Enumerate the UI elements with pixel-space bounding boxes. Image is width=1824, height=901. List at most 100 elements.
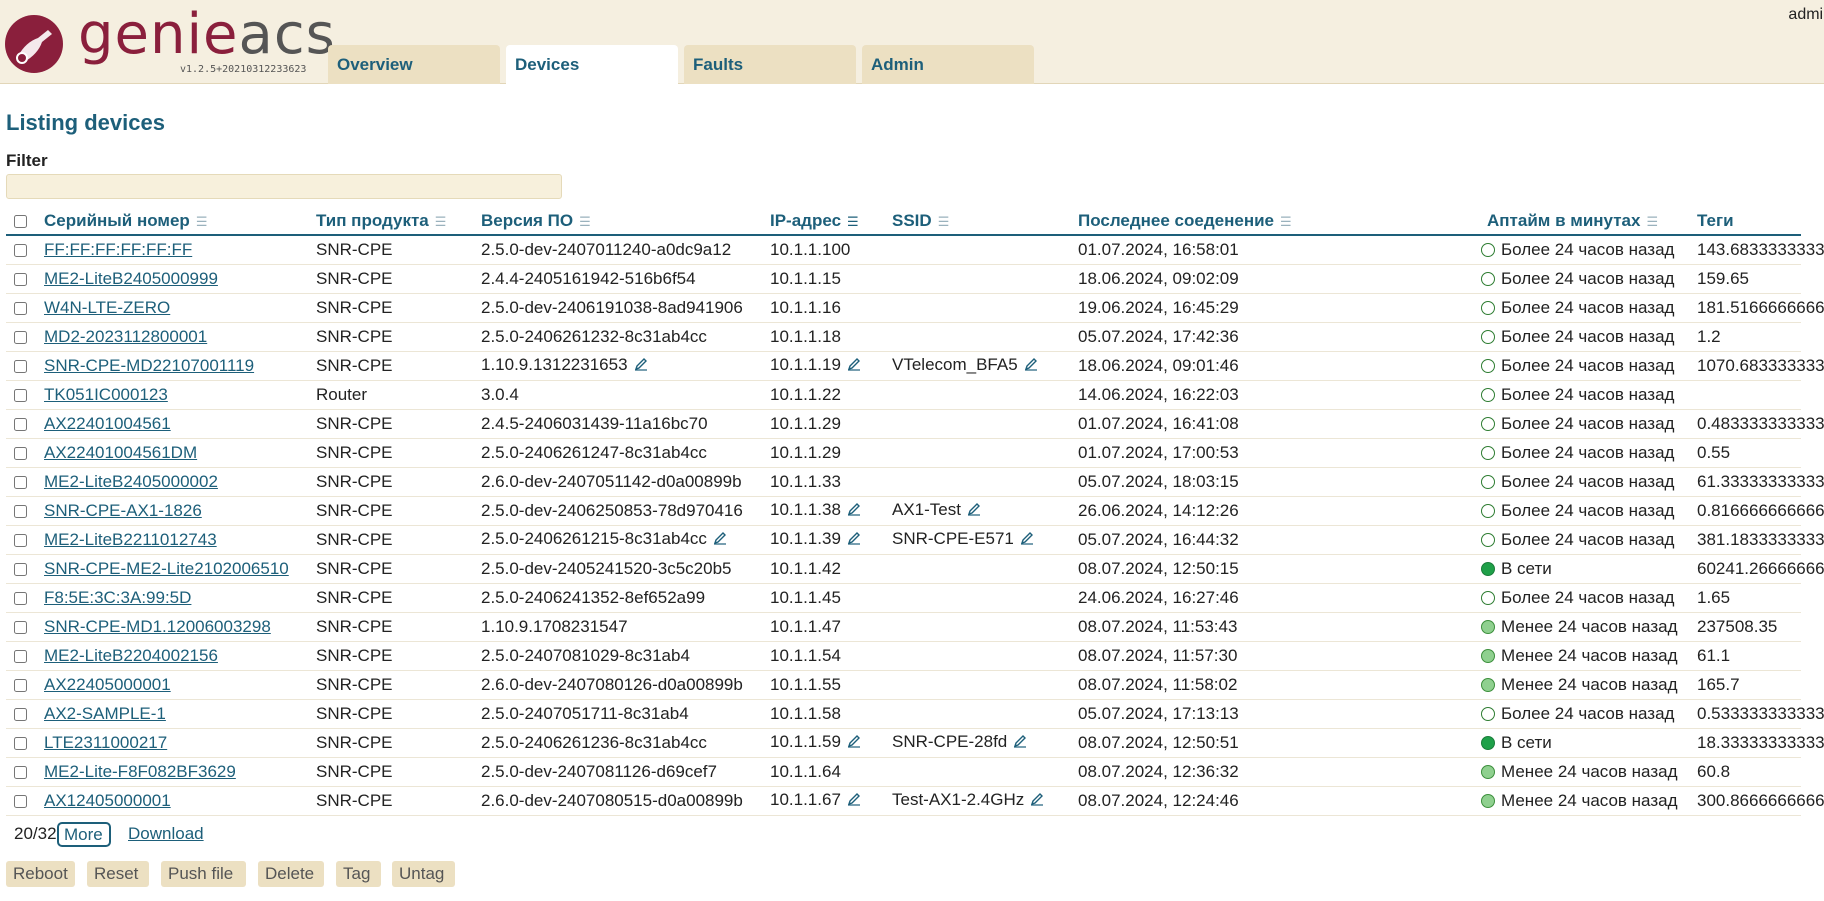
row-checkbox[interactable] [14, 330, 27, 344]
sort-icon[interactable]: ☰ [435, 214, 447, 229]
device-serial-link[interactable]: ME2-Lite-F8F082BF3629 [44, 762, 236, 781]
column-header-uptime[interactable]: Аптайм в минутах ☰ [1481, 207, 1691, 236]
column-header-serial[interactable]: Серийный номер ☰ [38, 207, 310, 236]
row-checkbox[interactable] [14, 359, 27, 373]
row-checkbox[interactable] [14, 649, 27, 663]
sort-icon[interactable]: ☰ [938, 214, 950, 229]
edit-pencil-icon[interactable] [967, 501, 981, 521]
row-checkbox[interactable] [14, 678, 27, 692]
filter-input[interactable] [6, 174, 562, 199]
delete-button[interactable]: Delete [258, 861, 324, 887]
edit-pencil-icon[interactable] [1013, 733, 1027, 753]
edit-pencil-icon[interactable] [847, 530, 861, 550]
row-checkbox[interactable] [14, 417, 27, 431]
tab-overview[interactable]: Overview [328, 45, 500, 84]
device-serial-link[interactable]: LTE2311000217 [44, 733, 167, 752]
untag-button[interactable]: Untag [392, 861, 455, 887]
last-inform-cell: 26.06.2024, 14:12:26 [1072, 496, 1481, 526]
edit-pencil-icon[interactable] [847, 356, 861, 376]
select-all-checkbox[interactable] [14, 214, 27, 228]
row-select-cell [6, 786, 38, 816]
serial-cell: AX2-SAMPLE-1 [38, 699, 310, 729]
edit-pencil-icon[interactable] [847, 501, 861, 521]
last-inform-cell: 08.07.2024, 12:24:46 [1072, 786, 1481, 816]
sort-icon[interactable]: ☰ [579, 214, 591, 229]
reboot-button[interactable]: Reboot [6, 861, 75, 887]
edit-pencil-icon[interactable] [1020, 530, 1034, 550]
row-checkbox[interactable] [14, 272, 27, 286]
serial-cell: LTE2311000217 [38, 728, 310, 758]
column-header-firmware[interactable]: Версия ПО ☰ [475, 207, 764, 236]
product-type-cell: SNR-CPE [310, 641, 475, 671]
edit-pencil-icon[interactable] [634, 356, 648, 376]
device-serial-link[interactable]: W4N-LTE-ZERO [44, 298, 170, 317]
page-title: Listing devices [6, 110, 165, 135]
device-serial-link[interactable]: ME2-LiteB2204002156 [44, 646, 218, 665]
edit-pencil-icon[interactable] [1030, 791, 1044, 811]
device-serial-link[interactable]: SNR-CPE-ME2-Lite2102006510 [44, 559, 289, 578]
ip-cell: 10.1.1.67 [764, 786, 886, 816]
row-checkbox[interactable] [14, 794, 27, 808]
tag-button[interactable]: Tag [336, 861, 381, 887]
edit-pencil-icon[interactable] [847, 733, 861, 753]
product-type-cell: SNR-CPE [310, 467, 475, 497]
edit-pencil-icon[interactable] [713, 530, 727, 550]
row-checkbox[interactable] [14, 243, 27, 257]
product-type-cell: SNR-CPE [310, 612, 475, 642]
device-serial-link[interactable]: SNR-CPE-AX1-1826 [44, 501, 202, 520]
logo[interactable]: genieacs v1.2.5+20210312233623 [4, 2, 335, 78]
last-inform-cell: 24.06.2024, 16:27:46 [1072, 583, 1481, 613]
row-select-cell [6, 322, 38, 352]
row-checkbox[interactable] [14, 475, 27, 489]
download-link[interactable]: Download [128, 824, 204, 844]
device-serial-link[interactable]: FF:FF:FF:FF:FF:FF [44, 240, 192, 259]
column-header-last-inform[interactable]: Последнее соеденение ☰ [1072, 207, 1481, 236]
device-serial-link[interactable]: AX2-SAMPLE-1 [44, 704, 166, 723]
row-checkbox[interactable] [14, 388, 27, 402]
device-serial-link[interactable]: ME2-LiteB2211012743 [44, 530, 217, 549]
device-serial-link[interactable]: AX22401004561 [44, 414, 171, 433]
device-serial-link[interactable]: SNR-CPE-MD1.12006003298 [44, 617, 271, 636]
push-file-button[interactable]: Push file [161, 861, 246, 887]
sort-icon[interactable]: ☰ [847, 214, 859, 229]
column-header-ssid[interactable]: SSID ☰ [886, 207, 1072, 236]
column-header-product-type[interactable]: Тип продукта ☰ [310, 207, 475, 236]
device-serial-link[interactable]: ME2-LiteB2405000999 [44, 269, 218, 288]
sort-icon[interactable]: ☰ [196, 214, 208, 229]
row-checkbox[interactable] [14, 765, 27, 779]
firmware-cell: 2.5.0-2407081029-8c31ab4 [475, 641, 764, 671]
sort-icon[interactable]: ☰ [1646, 214, 1658, 229]
device-serial-link[interactable]: SNR-CPE-MD22107001119 [44, 356, 254, 375]
tab-devices[interactable]: Devices [506, 45, 678, 85]
row-checkbox[interactable] [14, 533, 27, 547]
row-checkbox[interactable] [14, 446, 27, 460]
firmware-cell: 2.6.0-dev-2407051142-d0a00899b [475, 467, 764, 497]
device-serial-link[interactable]: MD2-2023112800001 [44, 327, 207, 346]
edit-pencil-icon[interactable] [1024, 356, 1038, 376]
status-cell: Более 24 часов назад [1481, 438, 1691, 468]
column-header-ip[interactable]: IP-адрес ☰ [764, 207, 886, 236]
row-checkbox[interactable] [14, 736, 27, 750]
tab-faults[interactable]: Faults [684, 45, 856, 84]
row-checkbox[interactable] [14, 620, 27, 634]
device-count: 20/32 [14, 824, 57, 843]
row-checkbox[interactable] [14, 301, 27, 315]
row-checkbox[interactable] [14, 591, 27, 605]
device-serial-link[interactable]: AX22401004561DM [44, 443, 197, 462]
edit-pencil-icon[interactable] [847, 791, 861, 811]
device-serial-link[interactable]: F8:5E:3C:3A:99:5D [44, 588, 191, 607]
row-checkbox[interactable] [14, 562, 27, 576]
sort-icon[interactable]: ☰ [1280, 214, 1292, 229]
device-serial-link[interactable]: ME2-LiteB2405000002 [44, 472, 218, 491]
more-button[interactable]: More [57, 822, 111, 847]
ssid-cell [886, 641, 1072, 671]
row-checkbox[interactable] [14, 504, 27, 518]
device-serial-link[interactable]: AX22405000001 [44, 675, 171, 694]
row-checkbox[interactable] [14, 707, 27, 721]
device-serial-link[interactable]: AX12405000001 [44, 791, 171, 810]
user-menu[interactable]: admin [1788, 6, 1824, 24]
tab-admin[interactable]: Admin [862, 45, 1034, 84]
device-serial-link[interactable]: TK051IC000123 [44, 385, 168, 404]
product-type-cell: SNR-CPE [310, 322, 475, 352]
reset-button[interactable]: Reset [87, 861, 149, 887]
